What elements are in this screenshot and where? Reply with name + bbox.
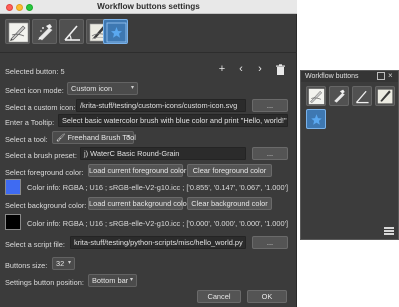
divider (0, 52, 297, 53)
chevron-down-icon: ▾ (126, 134, 130, 140)
bg-color-label: Select background color: (5, 201, 87, 210)
pen-sketch-icon (377, 89, 393, 104)
script-file-input[interactable]: krita-stuff/testing/python-scripts/misc/… (70, 236, 246, 249)
cancel-button[interactable]: Cancel (197, 290, 241, 303)
workflow-button-3[interactable] (59, 19, 84, 44)
chevron-right-icon[interactable]: › (254, 64, 266, 76)
icon-mode-value: Custom icon (71, 84, 113, 93)
docker-button-1[interactable] (306, 86, 326, 106)
brush-presets-icon (308, 88, 325, 105)
workflow-button-5-selected[interactable] (103, 19, 128, 44)
script-file-label: Select a script file: (5, 240, 65, 249)
chevron-down-icon: ▾ (67, 260, 71, 266)
brush-preset-label: Select a brush preset: (5, 151, 77, 160)
settings-position-select[interactable]: Bottom bar ▾ (88, 274, 137, 287)
ok-button[interactable]: OK (247, 290, 287, 303)
docker-button-5-selected[interactable] (306, 109, 326, 129)
custom-icon-label: Select a custom icon: (5, 103, 76, 112)
airbrush-icon (38, 24, 53, 41)
browse-script-button[interactable]: ... (252, 236, 288, 249)
bg-color-info: Color info: RGBA ; U16 ; sRGB-elle-V2-g1… (27, 219, 289, 228)
tool-value: Freehand Brush Tool (67, 133, 136, 142)
fg-color-label: Select foreground color: (5, 168, 84, 177)
custom-star-icon (106, 22, 127, 43)
tooltip-label: Enter a Tooltip: (5, 118, 55, 127)
window-title: Workflow buttons settings (97, 2, 200, 11)
fg-color-swatch[interactable] (5, 179, 21, 195)
docker-button-3[interactable] (352, 86, 372, 106)
add-icon[interactable]: + (216, 64, 228, 76)
icon-mode-label: Select icon mode: (5, 86, 64, 95)
hamburger-menu-icon[interactable] (384, 227, 394, 235)
custom-icon-path-input[interactable]: /krita-stuff/testing/custom-icons/custom… (76, 99, 246, 112)
fg-color-info: Color info: RGBA ; U16 ; sRGB-elle-V2-g1… (27, 183, 289, 192)
clear-fg-color-button[interactable]: Clear foreground color (187, 164, 272, 177)
selected-button-value: 5 (60, 67, 65, 76)
brush-preset-input[interactable]: j) WaterC Basic Round-Grain (80, 147, 246, 160)
chevron-left-icon[interactable]: ‹ (235, 64, 247, 76)
brush-presets-icon (8, 22, 29, 43)
chevron-down-icon: ▾ (130, 85, 134, 91)
tool-select[interactable]: 🖌 Freehand Brush Tool ▾ (52, 131, 136, 144)
browse-icon-button[interactable]: ... (252, 99, 288, 112)
freehand-brush-icon: 🖌 (56, 133, 66, 142)
close-docker-icon[interactable]: × (388, 72, 396, 80)
float-docker-icon[interactable] (377, 72, 385, 80)
settings-position-label: Settings button position: (5, 278, 84, 287)
trash-icon[interactable] (274, 64, 286, 76)
custom-star-icon (311, 114, 322, 125)
tooltip-input[interactable]: Select basic watercolor brush with blue … (58, 114, 288, 127)
docker-button-2[interactable] (329, 86, 349, 106)
airbrush-icon (334, 89, 345, 103)
chevron-down-icon: ▾ (129, 277, 133, 283)
workflow-button-2[interactable] (32, 19, 57, 44)
angle-tool-icon (355, 90, 369, 104)
angle-tool-icon (64, 25, 80, 41)
selected-button-label: Selected button: 5 (5, 67, 65, 76)
browse-preset-button[interactable]: ... (252, 147, 288, 160)
workflow-buttons-docker: Workflow buttons × (300, 70, 399, 240)
buttons-size-value: 32 (56, 259, 65, 268)
tool-label: Select a tool: (5, 135, 48, 144)
clear-bg-color-button[interactable]: Clear background color (187, 197, 272, 210)
buttons-size-label: Buttons size: (5, 261, 48, 270)
icon-mode-select[interactable]: Custom icon ▾ (67, 82, 138, 95)
load-bg-color-button[interactable]: Load current background color (88, 197, 189, 210)
workflow-button-1[interactable] (5, 19, 30, 44)
settings-position-value: Bottom bar (92, 276, 129, 285)
bg-color-swatch[interactable] (5, 214, 21, 230)
title-bar: Workflow buttons settings (0, 0, 297, 14)
buttons-size-select[interactable]: 32 ▾ (52, 257, 75, 270)
settings-dialog: Workflow buttons settings Selected butto… (0, 0, 297, 307)
load-fg-color-button[interactable]: Load current foreground color (88, 164, 186, 177)
docker-button-4[interactable] (375, 86, 395, 106)
